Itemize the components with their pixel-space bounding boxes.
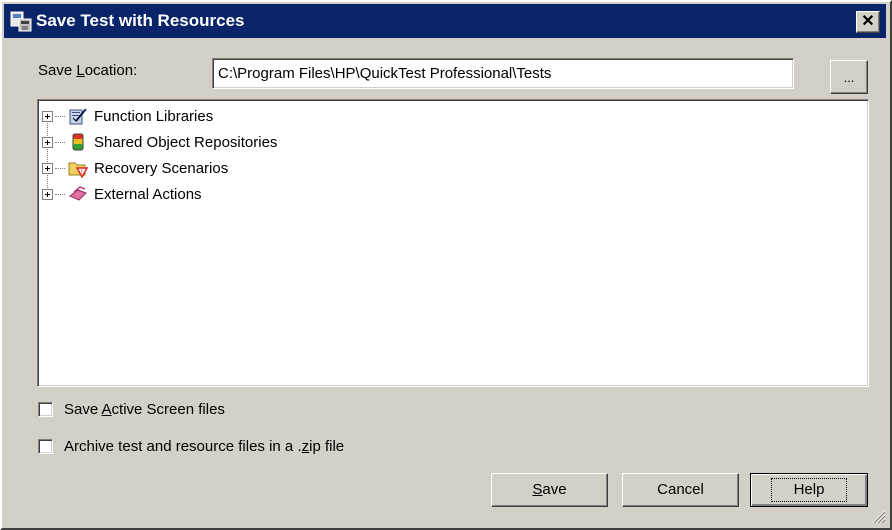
tree-item-label: Recovery Scenarios [94, 159, 229, 177]
archive-zip-checkbox[interactable] [38, 439, 53, 454]
tree-item-function-libraries[interactable]: Function Libraries [42, 104, 213, 128]
browse-ellipsis-icon: ... [843, 70, 855, 85]
expand-icon[interactable] [42, 136, 53, 148]
expand-icon[interactable] [42, 188, 53, 200]
function-library-icon [69, 108, 87, 125]
resources-tree[interactable]: Function Libraries Shared Object Reposit… [37, 99, 869, 387]
tree-item-recovery-scenarios[interactable]: ! Recovery Scenarios [42, 156, 228, 180]
tree-item-label: External Actions [94, 185, 202, 203]
tree-item-shared-object-repositories[interactable]: Shared Object Repositories [42, 130, 277, 154]
expand-icon[interactable] [42, 162, 53, 174]
browse-button[interactable]: ... [830, 60, 868, 94]
close-icon: ✕ [861, 13, 875, 30]
tree-item-external-actions[interactable]: External Actions [42, 182, 202, 206]
save-location-input[interactable]: C:\Program Files\HP\QuickTest Profession… [212, 58, 794, 89]
help-button[interactable]: Help [750, 473, 868, 507]
external-actions-icon [69, 186, 87, 201]
resize-grip-icon[interactable] [872, 510, 886, 524]
dialog-title: Save Test with Resources [36, 11, 245, 30]
tree-item-label: Shared Object Repositories [94, 133, 278, 151]
cancel-button[interactable]: Cancel [622, 473, 739, 507]
save-with-resources-icon [10, 11, 32, 32]
expand-icon[interactable] [42, 110, 53, 122]
close-button[interactable]: ✕ [856, 11, 880, 33]
archive-zip-label[interactable]: Archive test and resource files in a .zi… [64, 438, 344, 455]
title-bar[interactable]: Save Test with Resources ✕ [4, 4, 886, 38]
save-button[interactable]: Save [491, 473, 608, 507]
object-repository-icon [72, 133, 84, 151]
save-active-screen-label[interactable]: Save Active Screen files [64, 401, 225, 418]
save-active-screen-checkbox[interactable] [38, 402, 53, 417]
save-test-dialog: Save Test with Resources ✕ Save Location… [0, 0, 892, 530]
recovery-scenario-folder-icon: ! [68, 162, 88, 178]
tree-item-label: Function Libraries [94, 107, 214, 125]
svg-text:!: ! [81, 169, 83, 176]
save-location-label: Save Location: [38, 62, 138, 79]
